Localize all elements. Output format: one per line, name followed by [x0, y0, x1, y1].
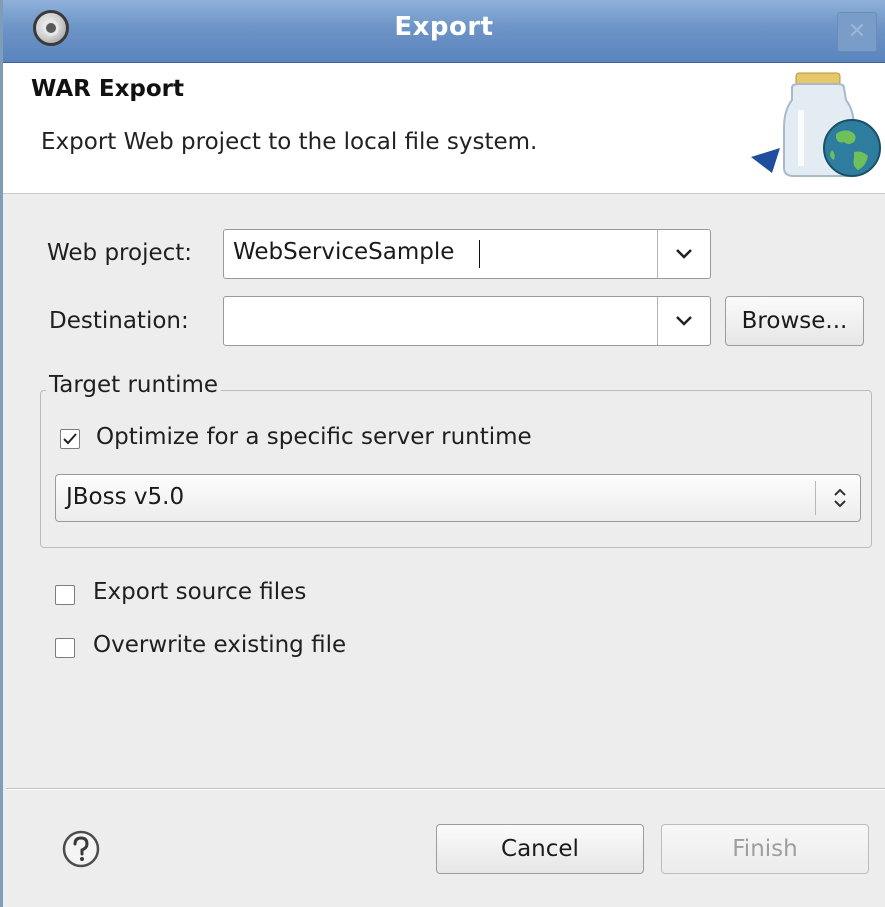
help-icon[interactable]: [61, 829, 101, 869]
chevron-down-icon[interactable]: [658, 230, 710, 278]
finish-button[interactable]: Finish: [661, 824, 869, 874]
title-bar[interactable]: Export ✕: [3, 0, 885, 63]
web-project-combo[interactable]: WebServiceSample: [223, 229, 711, 279]
updown-arrows-icon: [834, 488, 846, 508]
export-source-label[interactable]: Export source files: [93, 579, 306, 605]
select-divider: [815, 481, 816, 515]
wizard-banner: WAR Export Export Web project to the loc…: [3, 63, 885, 194]
overwrite-file-label[interactable]: Overwrite existing file: [93, 632, 346, 658]
text-caret: [479, 240, 480, 268]
browse-button[interactable]: Browse...: [725, 296, 864, 346]
target-runtime-group: [40, 390, 872, 548]
checkmark-icon: [63, 433, 77, 445]
close-button[interactable]: ✕: [837, 12, 877, 52]
chevron-down-icon[interactable]: [658, 297, 710, 345]
server-runtime-value: JBoss v5.0: [66, 484, 185, 510]
export-source-checkbox[interactable]: [55, 585, 75, 605]
server-runtime-select[interactable]: JBoss v5.0: [55, 474, 861, 522]
web-project-value[interactable]: WebServiceSample: [233, 239, 454, 265]
cancel-button[interactable]: Cancel: [436, 824, 644, 874]
target-runtime-legend: Target runtime: [46, 372, 222, 398]
destination-combo[interactable]: [223, 296, 711, 346]
optimize-runtime-checkbox[interactable]: [60, 429, 80, 449]
war-jar-globe-icon: [751, 72, 881, 177]
footer-separator-highlight: [6, 789, 885, 790]
web-project-label: Web project:: [47, 240, 193, 266]
wizard-description: Export Web project to the local file sys…: [41, 129, 538, 155]
window-title: Export: [394, 12, 494, 42]
overwrite-file-checkbox[interactable]: [55, 638, 75, 658]
destination-label: Destination:: [49, 308, 189, 334]
wizard-title: WAR Export: [31, 76, 185, 102]
optimize-runtime-label[interactable]: Optimize for a specific server runtime: [96, 424, 532, 450]
export-dialog: Export ✕ WAR Export Export Web project t…: [0, 0, 885, 907]
